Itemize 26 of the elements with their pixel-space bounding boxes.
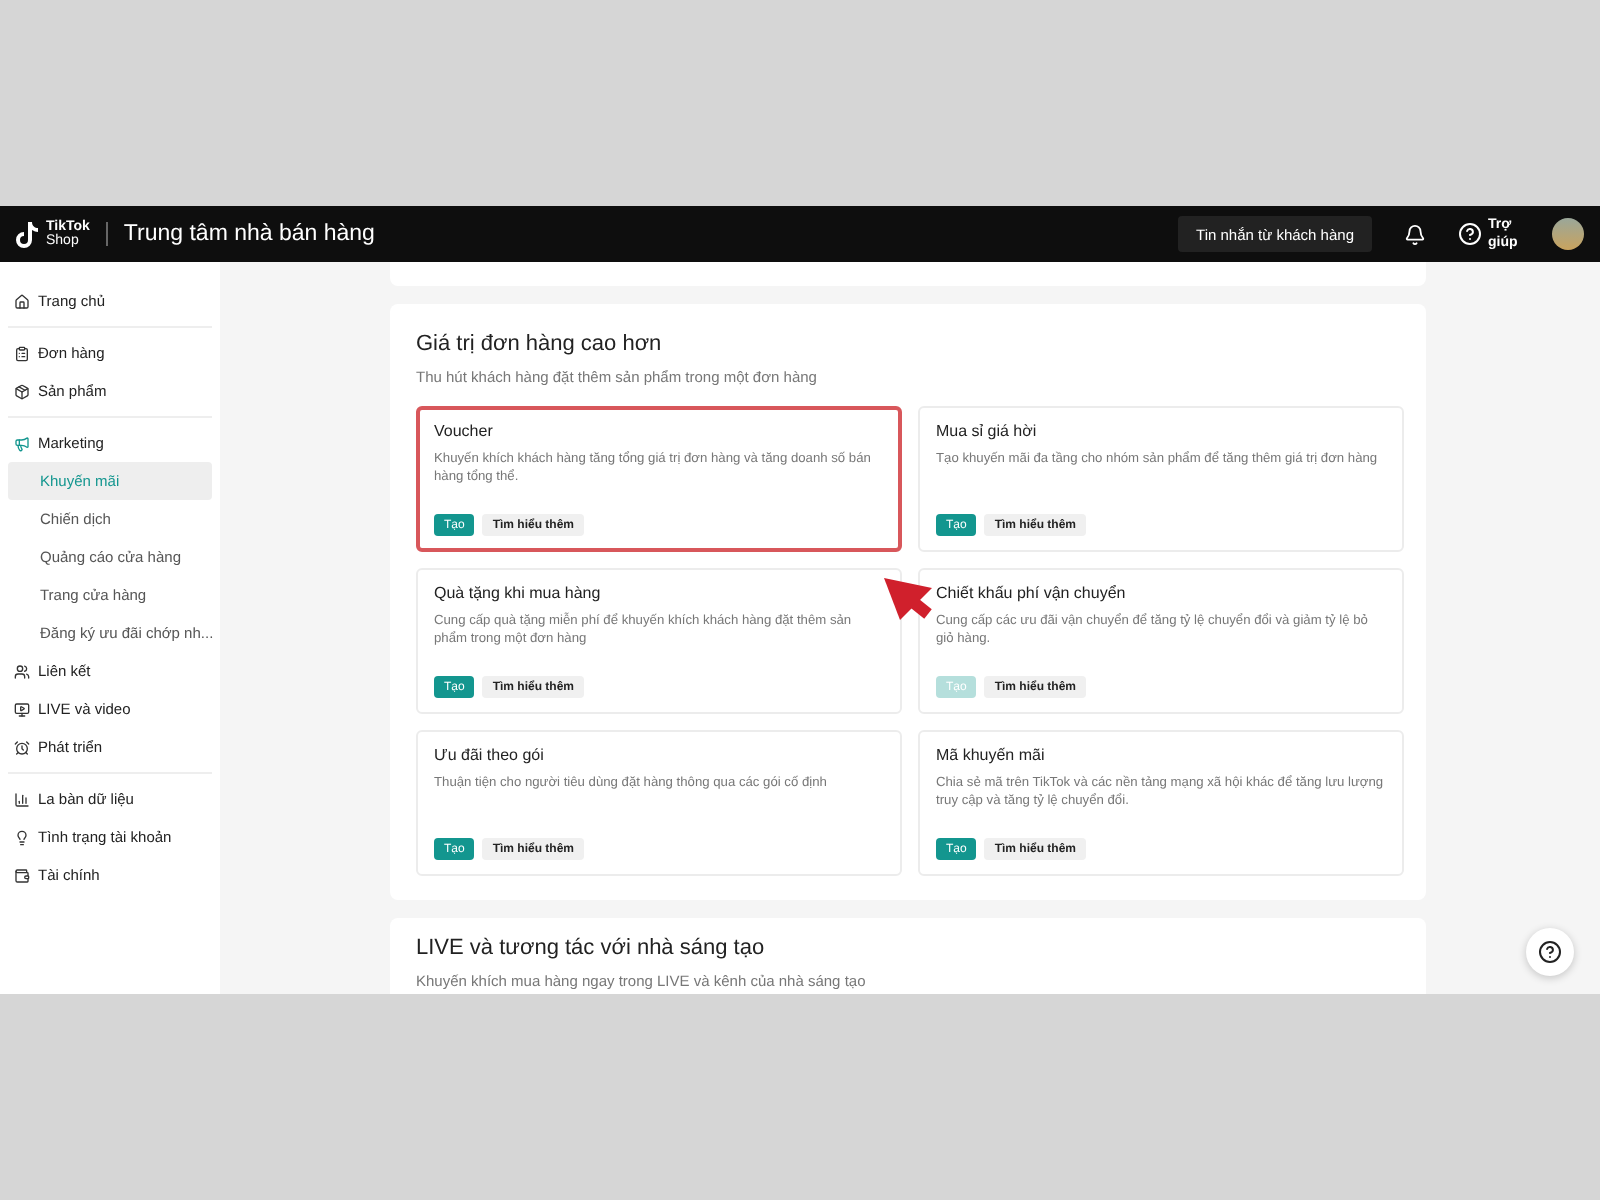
music-note-icon — [16, 221, 40, 247]
bell-icon[interactable] — [1404, 223, 1426, 245]
section-title: LIVE và tương tác với nhà sáng tạo — [416, 936, 767, 960]
section-title: Giá trị đơn hàng cao hơn — [416, 332, 664, 356]
menu-icon — [14, 739, 30, 755]
card-title: Mua sỉ giá hời — [936, 422, 1039, 440]
card-title: Mã khuyến mãi — [936, 746, 1047, 764]
menu-icon — [14, 701, 30, 717]
menu-icon — [14, 293, 30, 309]
card-title: Chiết khấu phí vận chuyển — [936, 584, 1128, 602]
menu-icon — [14, 435, 30, 451]
card-title: Ưu đãi theo gói — [434, 746, 546, 764]
help-icon[interactable] — [1458, 222, 1482, 246]
card-title: Voucher — [434, 422, 495, 440]
card-title: Quà tặng khi mua hàng — [434, 584, 603, 602]
avatar[interactable] — [1552, 218, 1584, 250]
arrow-annotation — [884, 578, 932, 620]
menu-icon — [14, 867, 30, 883]
menu-icon — [14, 383, 30, 399]
menu-icon — [14, 791, 30, 807]
help-icon — [1538, 940, 1562, 964]
menu-icon — [14, 345, 30, 361]
menu-icon — [14, 829, 30, 845]
app-title: Trung tâm nhà bán hàng — [123, 222, 375, 246]
menu-icon — [14, 663, 30, 679]
help-button[interactable] — [1526, 928, 1574, 976]
